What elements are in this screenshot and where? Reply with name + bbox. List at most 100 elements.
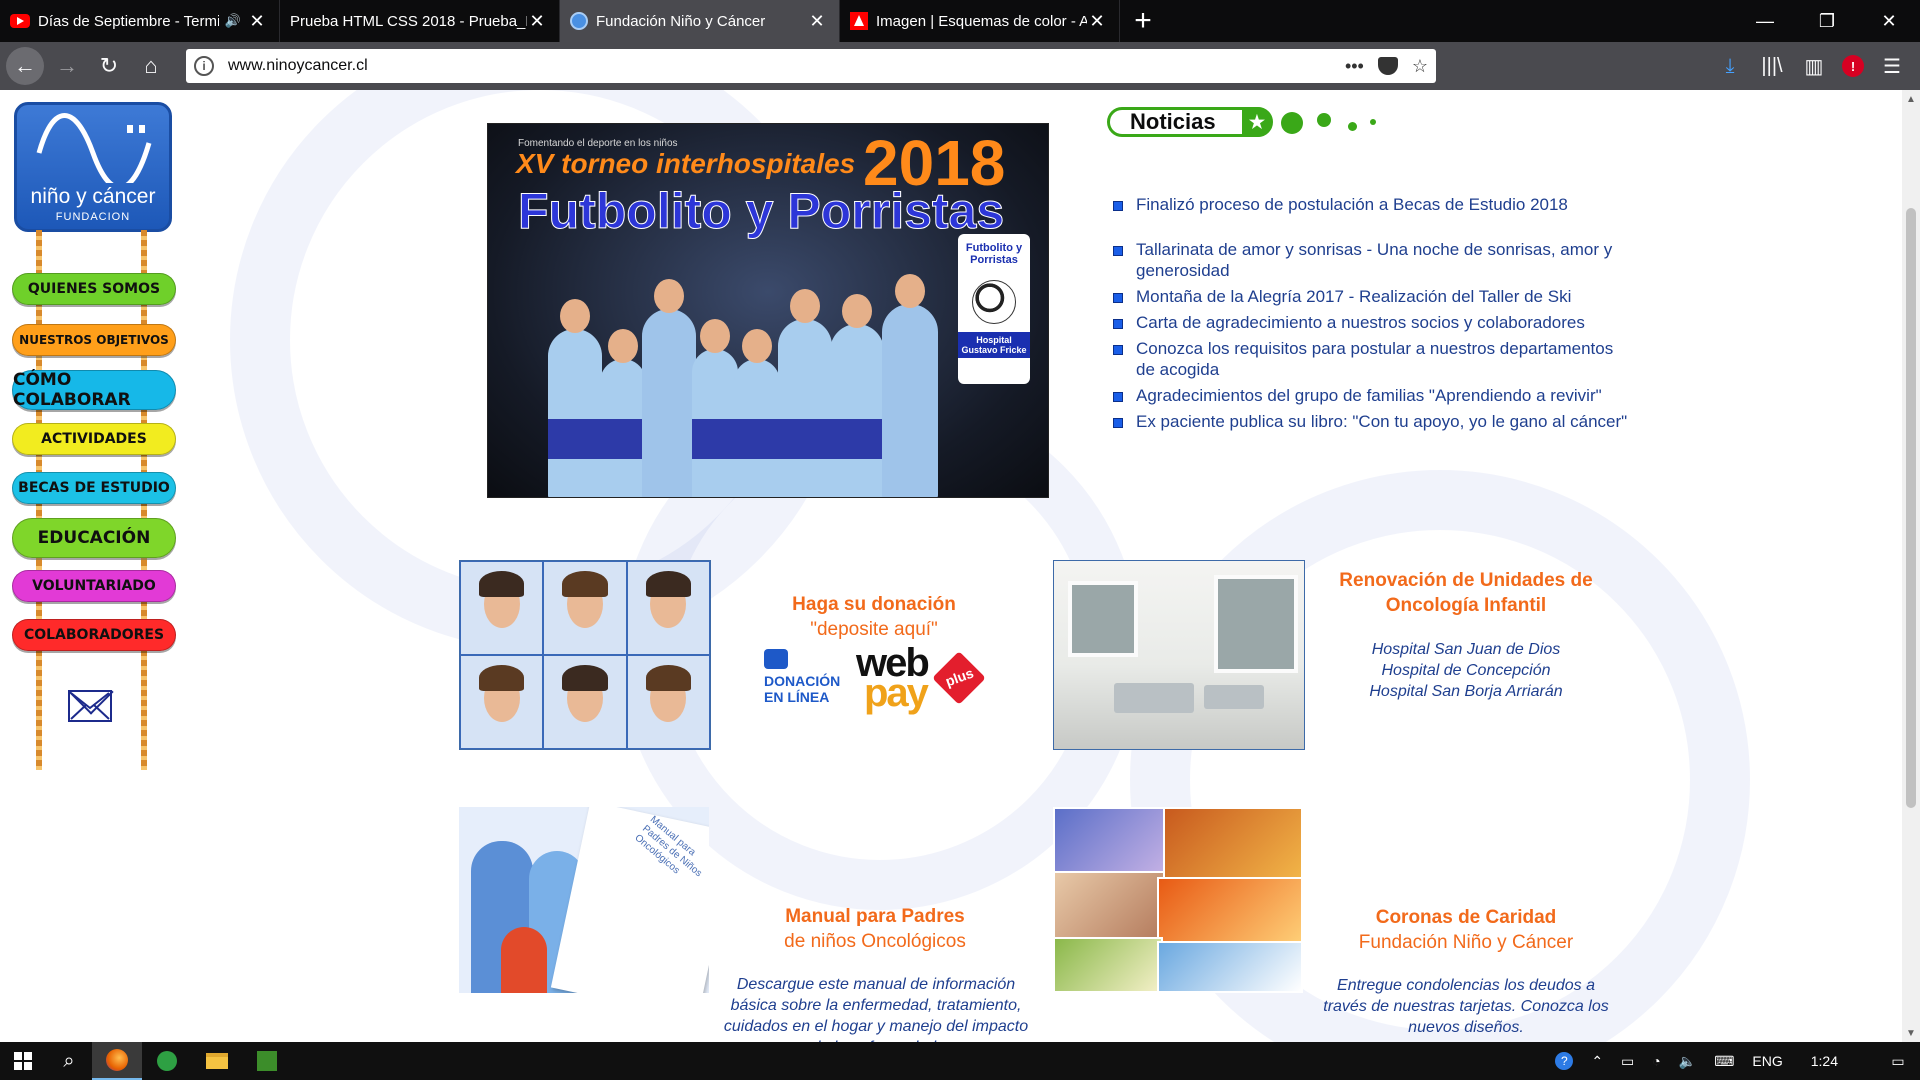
language-indicator[interactable]: ENG bbox=[1752, 1053, 1782, 1069]
hero-banner[interactable]: Fomentando el deporte en los niños XV to… bbox=[487, 123, 1049, 498]
news-item[interactable]: Agradecimientos del grupo de familias "A… bbox=[1112, 385, 1632, 406]
start-button[interactable] bbox=[0, 1042, 46, 1080]
download-icon[interactable]: ⤓ bbox=[1716, 52, 1744, 80]
scroll-down-icon[interactable]: ▼ bbox=[1902, 1024, 1920, 1042]
search-icon[interactable]: ⌕ bbox=[46, 1042, 92, 1080]
bullet-icon bbox=[1113, 392, 1123, 402]
close-window-button[interactable]: ✕ bbox=[1858, 0, 1920, 42]
menu-educacion[interactable]: EDUCACIÓN bbox=[12, 518, 176, 558]
manual-title[interactable]: Manual para Padres bbox=[715, 904, 1035, 929]
hero-torneo: XV torneo interhospitales bbox=[516, 148, 856, 179]
news-item[interactable]: Carta de agradecimiento a nuestros socio… bbox=[1112, 312, 1632, 333]
tab-prueba[interactable]: Prueba HTML CSS 2018 - Prueba_H ✕ bbox=[280, 0, 560, 42]
coronas-subtitle: Fundación Niño y Cáncer bbox=[1358, 932, 1574, 953]
wifi-icon[interactable]: ◔ bbox=[1652, 1053, 1660, 1069]
bookmark-star-icon[interactable]: ☆ bbox=[1412, 56, 1428, 77]
webpay-logo[interactable]: DONACIÓN EN LÍNEA web pay plus bbox=[764, 641, 986, 715]
tab-fundacion[interactable]: Fundación Niño y Cáncer ✕ bbox=[560, 0, 840, 42]
clock[interactable]: 1:24 bbox=[1811, 1053, 1838, 1069]
renovacion-hospital: Hospital de Concepción bbox=[1381, 662, 1551, 679]
donacion-logo-line2: EN LÍNEA bbox=[764, 689, 830, 705]
speaker-icon[interactable]: 🔊 bbox=[225, 13, 241, 29]
menu-icon[interactable]: ☰ bbox=[1878, 52, 1906, 80]
news-list: Finalizó proceso de postulación a Becas … bbox=[1112, 194, 1632, 437]
bullet-icon bbox=[1113, 201, 1123, 211]
envelope-icon[interactable] bbox=[68, 690, 112, 722]
news-link[interactable]: Ex paciente publica su libro: "Con tu ap… bbox=[1136, 411, 1627, 432]
menu-colaboradores[interactable]: COLABORADORES bbox=[12, 619, 176, 651]
close-tab-icon[interactable]: ✕ bbox=[807, 11, 827, 32]
back-button[interactable]: ← bbox=[6, 47, 44, 85]
maximize-button[interactable]: ❐ bbox=[1796, 0, 1858, 42]
navigation-toolbar: ← → ↻ ⌂ i www.ninoycancer.cl ••• ☆ ⤓ |||… bbox=[0, 42, 1920, 90]
soccer-ball-icon bbox=[972, 280, 1016, 324]
menu-quienes-somos[interactable]: QUIENES SOMOS bbox=[12, 273, 176, 305]
bullet-icon bbox=[1113, 246, 1123, 256]
sidebar-icon[interactable]: ▥ bbox=[1800, 52, 1828, 80]
coronas-description: Entregue condolencias los deudos a travé… bbox=[1323, 977, 1609, 1036]
pocket-icon[interactable] bbox=[1377, 57, 1398, 75]
news-link[interactable]: Finalizó proceso de postulación a Becas … bbox=[1136, 194, 1568, 215]
decor-dot bbox=[1317, 113, 1331, 127]
help-icon[interactable]: ? bbox=[1555, 1052, 1574, 1070]
battery-icon[interactable]: ▭ bbox=[1621, 1053, 1634, 1070]
news-link[interactable]: Tallarinata de amor y sonrisas - Una noc… bbox=[1136, 239, 1632, 281]
manual-cover-image[interactable]: Manual para Padres de Niños Oncológicos bbox=[459, 807, 709, 993]
news-item[interactable]: Conozca los requisitos para postular a n… bbox=[1112, 338, 1632, 380]
close-tab-icon[interactable]: ✕ bbox=[247, 11, 267, 32]
forward-button[interactable]: → bbox=[48, 47, 86, 85]
menu-voluntariado[interactable]: VOLUNTARIADO bbox=[12, 570, 176, 602]
addon-icon[interactable]: ! bbox=[1842, 55, 1864, 77]
menu-becas-de-estudio[interactable]: BECAS DE ESTUDIO bbox=[12, 472, 176, 504]
tab-adobe[interactable]: Imagen | Esquemas de color - A ✕ bbox=[840, 0, 1120, 42]
site-info-icon[interactable]: i bbox=[194, 56, 214, 76]
new-tab-button[interactable]: + bbox=[1120, 0, 1166, 42]
coronas-title[interactable]: Coronas de Caridad bbox=[1318, 905, 1614, 930]
star-icon: ★ bbox=[1242, 107, 1272, 137]
news-link[interactable]: Montaña de la Alegría 2017 - Realización… bbox=[1136, 286, 1571, 307]
donacion-title[interactable]: Haga su donación bbox=[735, 592, 1013, 617]
news-link[interactable]: Carta de agradecimiento a nuestros socio… bbox=[1136, 312, 1585, 333]
menu-como-colaborar[interactable]: CÓMO COLABORAR bbox=[12, 370, 176, 410]
taskbar: ⌕ ? ⌃ ▭ ◔ 🔈 ⌨ ENG 1:24 ▭ bbox=[0, 1042, 1920, 1080]
reload-button[interactable]: ↻ bbox=[90, 47, 128, 85]
notifications-icon[interactable]: ▭ bbox=[1876, 1053, 1920, 1070]
renovacion-title[interactable]: Renovación de Unidades de Oncología Infa… bbox=[1318, 568, 1614, 618]
minimize-button[interactable]: — bbox=[1734, 0, 1796, 42]
library-icon[interactable]: |||\ bbox=[1758, 52, 1786, 80]
hero-title: Futbolito y Porristas bbox=[517, 183, 1005, 240]
news-link[interactable]: Conozca los requisitos para postular a n… bbox=[1136, 338, 1632, 380]
taskbar-explorer-icon[interactable] bbox=[192, 1042, 242, 1080]
news-item[interactable]: Montaña de la Alegría 2017 - Realización… bbox=[1112, 286, 1632, 307]
team-photo bbox=[538, 274, 958, 497]
volume-icon[interactable]: 🔈 bbox=[1679, 1053, 1696, 1070]
volunteers-photo[interactable] bbox=[459, 560, 711, 750]
home-button[interactable]: ⌂ bbox=[132, 47, 170, 85]
manual-book-title: Manual para Padres de Niños Oncológicos bbox=[632, 814, 704, 880]
url-text[interactable]: www.ninoycancer.cl bbox=[228, 57, 1345, 75]
menu-actividades[interactable]: ACTIVIDADES bbox=[12, 423, 176, 455]
news-link[interactable]: Agradecimientos del grupo de familias "A… bbox=[1136, 385, 1602, 406]
page-actions-icon[interactable]: ••• bbox=[1345, 56, 1364, 77]
taskbar-editor-icon[interactable] bbox=[242, 1042, 292, 1080]
url-bar[interactable]: i www.ninoycancer.cl ••• ☆ bbox=[186, 49, 1436, 83]
taskbar-firefox-icon[interactable] bbox=[92, 1042, 142, 1080]
close-tab-icon[interactable]: ✕ bbox=[1087, 11, 1107, 32]
tab-youtube[interactable]: Días de Septiembre - Termi 🔊 ✕ bbox=[0, 0, 280, 42]
news-item[interactable]: Finalizó proceso de postulación a Becas … bbox=[1112, 194, 1632, 215]
taskbar-app-icon[interactable] bbox=[142, 1042, 192, 1080]
scroll-thumb[interactable] bbox=[1906, 208, 1916, 808]
scroll-up-icon[interactable]: ▲ bbox=[1902, 90, 1920, 108]
page-scrollbar[interactable]: ▲ ▼ bbox=[1902, 90, 1920, 1042]
news-item[interactable]: Tallarinata de amor y sonrisas - Una noc… bbox=[1112, 239, 1632, 281]
news-item[interactable]: Ex paciente publica su libro: "Con tu ap… bbox=[1112, 411, 1632, 432]
close-tab-icon[interactable]: ✕ bbox=[527, 11, 547, 32]
keyboard-icon[interactable]: ⌨ bbox=[1714, 1053, 1734, 1070]
logo-text: niño y cáncer bbox=[30, 185, 156, 208]
tray-chevron-up-icon[interactable]: ⌃ bbox=[1591, 1053, 1603, 1070]
menu-nuestros-objetivos[interactable]: NUESTROS OBJETIVOS bbox=[12, 324, 176, 356]
fundacion-logo[interactable]: niño y cáncer FUNDACION bbox=[14, 102, 172, 232]
coronas-cards-image[interactable] bbox=[1053, 807, 1303, 993]
bullet-icon bbox=[1113, 293, 1123, 303]
hospital-room-photo[interactable] bbox=[1053, 560, 1305, 750]
